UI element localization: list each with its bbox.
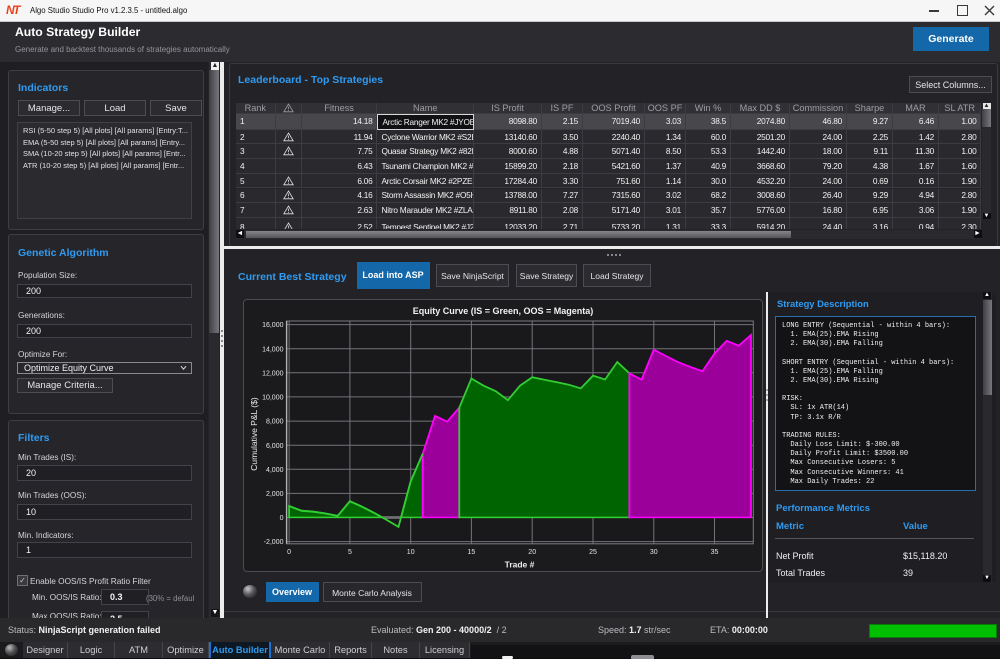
svg-text:Cumulative P&L ($): Cumulative P&L ($) <box>249 397 259 471</box>
svg-text:0: 0 <box>280 515 284 522</box>
svg-text:30: 30 <box>650 549 658 556</box>
svg-text:4,000: 4,000 <box>266 467 284 474</box>
svg-text:15: 15 <box>468 549 476 556</box>
svg-text:16,000: 16,000 <box>262 322 284 329</box>
svg-text:10: 10 <box>407 549 415 556</box>
svg-text:14,000: 14,000 <box>262 346 284 353</box>
svg-text:8,000: 8,000 <box>266 419 284 426</box>
svg-text:2,000: 2,000 <box>266 491 284 498</box>
svg-text:0: 0 <box>287 549 291 556</box>
svg-text:-2,000: -2,000 <box>264 539 284 546</box>
svg-text:Trade #: Trade # <box>505 560 535 570</box>
svg-text:20: 20 <box>528 549 536 556</box>
svg-text:25: 25 <box>589 549 597 556</box>
svg-text:6,000: 6,000 <box>266 443 284 450</box>
svg-text:12,000: 12,000 <box>262 370 284 377</box>
svg-text:Equity Curve (IS = Green, OOS: Equity Curve (IS = Green, OOS = Magenta) <box>413 306 594 316</box>
svg-text:35: 35 <box>711 549 719 556</box>
svg-text:10,000: 10,000 <box>262 395 284 402</box>
svg-text:5: 5 <box>348 549 352 556</box>
